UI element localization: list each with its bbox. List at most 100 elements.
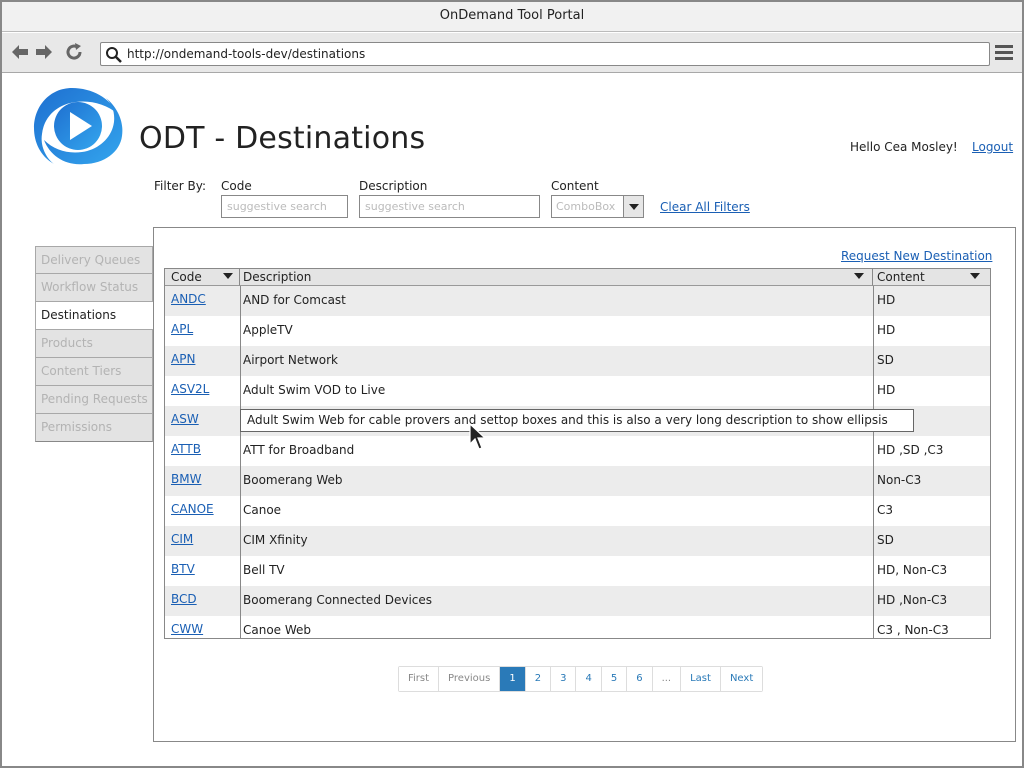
description-search-input[interactable]	[359, 195, 540, 218]
sidebar-item-products[interactable]: Products	[35, 330, 153, 358]
destination-code-link[interactable]: ATTB	[171, 442, 201, 456]
destination-code-link[interactable]: APN	[171, 352, 195, 366]
user-greeting: Hello Cea Mosley!	[850, 140, 958, 154]
request-new-destination-link[interactable]: Request New Destination	[841, 249, 992, 263]
destination-code-link[interactable]: CWW	[171, 622, 203, 636]
play-logo-icon	[34, 88, 123, 165]
destination-content: HD	[877, 383, 896, 397]
browser-menu-button[interactable]	[995, 45, 1015, 63]
search-icon	[106, 47, 122, 63]
mouse-pointer-icon	[469, 423, 487, 450]
table-row: ASV2L Adult Swim VOD to Live HD	[165, 376, 990, 406]
sidebar-item-workflow-status[interactable]: Workflow Status	[35, 274, 153, 302]
sidebar-item-delivery-queues[interactable]: Delivery Queues	[35, 246, 153, 274]
destination-content: HD ,SD ,C3	[877, 443, 944, 457]
destination-content: SD	[877, 533, 894, 547]
destination-description: AND for Comcast	[243, 293, 346, 307]
destination-code-link[interactable]: ASW	[171, 412, 199, 426]
pagination-page-1[interactable]: 1	[500, 667, 526, 691]
column-divider	[873, 286, 874, 638]
destination-code-link[interactable]: BTV	[171, 562, 195, 576]
pagination-next[interactable]: Next	[720, 667, 763, 691]
column-header-label: Description	[243, 270, 312, 284]
destinations-table: Code Description Content ANDC AND for Com…	[164, 268, 991, 639]
destination-code-link[interactable]: CANOE	[171, 502, 214, 516]
clear-all-filters-link[interactable]: Clear All Filters	[660, 200, 750, 214]
pagination: First Previous 1 2 3 4 5 6 ... Last Next	[398, 666, 764, 692]
pagination-last[interactable]: Last	[681, 667, 721, 691]
table-row: BMW Boomerang Web Non-C3	[165, 466, 990, 496]
filter-by-label: Filter By:	[154, 179, 207, 193]
column-header-label: Content	[877, 270, 925, 284]
chevron-down-icon	[629, 204, 639, 210]
content-filter-label: Content	[551, 179, 599, 193]
description-filter-label: Description	[359, 179, 428, 193]
back-button[interactable]	[9, 41, 31, 63]
destination-code-link[interactable]: BMW	[171, 472, 201, 486]
pagination-previous[interactable]: Previous	[439, 667, 501, 691]
sort-down-icon[interactable]	[223, 273, 233, 279]
sort-down-icon[interactable]	[970, 273, 980, 279]
destination-content: HD	[877, 293, 896, 307]
arrow-right-icon	[36, 45, 52, 59]
destination-description: Canoe	[243, 503, 282, 517]
destination-description: Boomerang Web	[243, 473, 343, 487]
forward-button[interactable]	[33, 41, 55, 63]
logout-link[interactable]: Logout	[972, 140, 1013, 154]
pagination-page-6[interactable]: 6	[627, 667, 653, 691]
destination-description: Bell TV	[243, 563, 285, 577]
reload-button[interactable]	[63, 41, 85, 63]
destination-description: AppleTV	[243, 323, 293, 337]
destination-content: Non-C3	[877, 473, 922, 487]
window-title: OnDemand Tool Portal	[2, 2, 1022, 32]
destination-description: Adult Swim VOD to Live	[243, 383, 386, 397]
destination-code-link[interactable]: ASV2L	[171, 382, 209, 396]
url-input[interactable]	[127, 45, 977, 63]
code-filter-label: Code	[221, 179, 252, 193]
table-row: CANOE Canoe C3	[165, 496, 990, 526]
destination-description: CIM Xfinity	[243, 533, 308, 547]
destination-code-link[interactable]: ANDC	[171, 292, 206, 306]
destination-description: Boomerang Connected Devices	[243, 593, 433, 607]
pagination-page-2[interactable]: 2	[525, 667, 552, 691]
destination-description: Canoe Web	[243, 623, 312, 637]
column-header-content[interactable]: Content	[873, 269, 990, 286]
sort-down-icon[interactable]	[854, 273, 864, 279]
reload-icon	[66, 43, 82, 60]
content-combobox[interactable]: ComboBox	[551, 195, 644, 218]
pagination-page-4[interactable]: 4	[576, 667, 602, 691]
table-row: CIM CIM Xfinity SD	[165, 526, 990, 556]
address-bar[interactable]	[100, 42, 990, 66]
destination-content: HD	[877, 323, 896, 337]
sidebar-item-destinations[interactable]: Destinations	[35, 302, 154, 330]
destination-content: HD ,Non-C3	[877, 593, 948, 607]
column-divider	[240, 286, 241, 638]
description-tooltip: Adult Swim Web for cable provers and set…	[240, 409, 914, 432]
sidebar-item-permissions[interactable]: Permissions	[35, 414, 153, 442]
destination-description: ATT for Broadband	[243, 443, 355, 457]
pagination-first[interactable]: First	[399, 667, 440, 691]
pagination-ellipsis: ...	[652, 667, 682, 691]
column-header-code[interactable]: Code	[165, 269, 240, 286]
destination-code-link[interactable]: CIM	[171, 532, 193, 546]
destination-code-link[interactable]: APL	[171, 322, 193, 336]
table-row: APL AppleTV HD	[165, 316, 990, 346]
hamburger-line	[995, 57, 1013, 60]
destination-code-link[interactable]: BCD	[171, 592, 197, 606]
column-header-description[interactable]: Description	[240, 269, 873, 286]
pagination-page-5[interactable]: 5	[601, 667, 628, 691]
pagination-page-3[interactable]: 3	[551, 667, 577, 691]
browser-toolbar	[2, 33, 1022, 73]
table-row: BTV Bell TV HD, Non-C3	[165, 556, 990, 586]
browser-window: OnDemand Tool Portal ODT - De	[0, 0, 1024, 768]
table-row: CWW Canoe Web C3 , Non-C3	[165, 616, 990, 638]
page-title: ODT - Destinations	[139, 121, 426, 156]
sidebar-nav: Delivery Queues Workflow Status Destinat…	[35, 246, 154, 442]
table-row: ATTB ATT for Broadband HD ,SD ,C3	[165, 436, 990, 466]
sidebar-item-content-tiers[interactable]: Content Tiers	[35, 358, 153, 386]
destination-content: C3	[877, 503, 894, 517]
combobox-dropdown-button[interactable]	[623, 196, 643, 217]
sidebar-item-pending-requests[interactable]: Pending Requests	[35, 386, 153, 414]
code-search-input[interactable]	[221, 195, 348, 218]
arrow-left-icon	[12, 45, 28, 59]
